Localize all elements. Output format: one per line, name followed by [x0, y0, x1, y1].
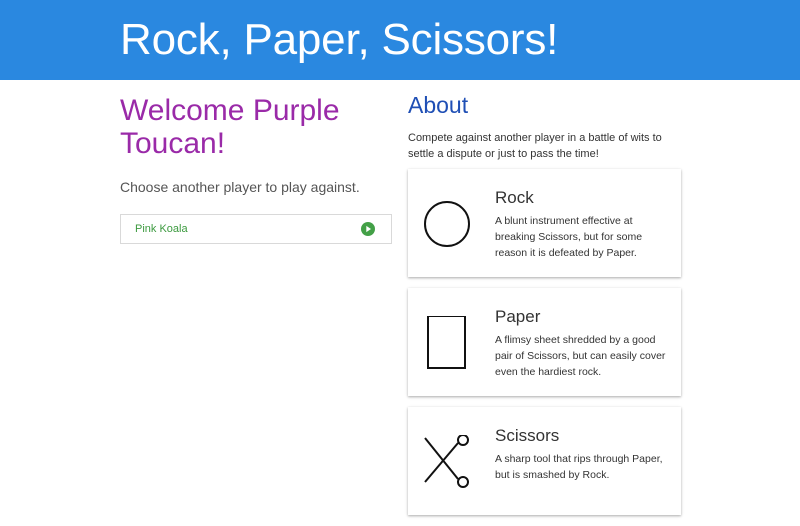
app-header: Rock, Paper, Scissors!	[0, 0, 800, 80]
choose-player-text: Choose another player to play against.	[120, 179, 360, 195]
card-description: A flimsy sheet shredded by a good pair o…	[495, 334, 666, 378]
player-panel: Welcome Purple Toucan! Choose another pl…	[120, 94, 392, 244]
app-title: Rock, Paper, Scissors!	[120, 15, 559, 64]
welcome-heading: Welcome Purple Toucan!	[120, 94, 340, 160]
play-icon[interactable]	[361, 222, 375, 236]
about-text: Compete against another player in a batt…	[408, 132, 662, 160]
circle-icon	[424, 201, 470, 247]
player-name: Pink Koala	[135, 223, 188, 235]
player-item[interactable]: Pink Koala	[120, 214, 392, 244]
scissors-icon	[424, 435, 469, 488]
about-heading: About	[408, 92, 469, 118]
card-title: Rock	[495, 188, 534, 207]
about-panel: About Compete against another player in …	[408, 91, 681, 515]
rectangle-icon	[427, 316, 466, 369]
card-title: Paper	[495, 307, 541, 326]
paper-card[interactable]: Paper A flimsy sheet shredded by a good …	[408, 288, 681, 396]
rock-card[interactable]: Rock A blunt instrument effective at bre…	[408, 169, 681, 277]
card-title: Scissors	[495, 426, 560, 445]
card-description: A blunt instrument effective at breaking…	[495, 215, 643, 259]
card-description: A sharp tool that rips through Paper, bu…	[495, 453, 663, 481]
player-list: Pink Koala	[120, 214, 392, 244]
scissors-card[interactable]: Scissors A sharp tool that rips through …	[408, 407, 681, 515]
